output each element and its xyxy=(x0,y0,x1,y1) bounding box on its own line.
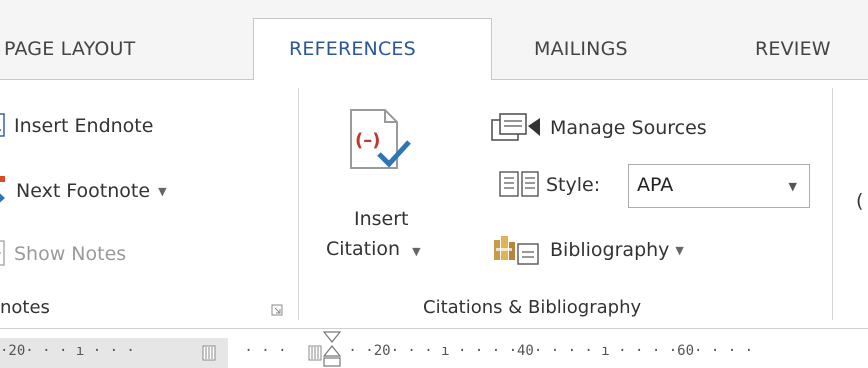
svg-text:(–): (–) xyxy=(355,130,380,151)
insert-endnote-label: Insert Endnote xyxy=(14,115,154,137)
group-separator xyxy=(298,88,299,320)
chevron-down-icon[interactable]: ▼ xyxy=(789,180,797,193)
manage-sources-label: Manage Sources xyxy=(550,117,707,139)
style-label: Style: xyxy=(546,174,601,196)
dialog-launcher-icon[interactable] xyxy=(271,304,283,316)
tab-mailings[interactable]: MAILINGS xyxy=(534,38,628,60)
show-notes-icon xyxy=(0,240,5,266)
insert-citation-label-line1: Insert xyxy=(354,208,409,230)
citations-group-label: Citations & Bibliography xyxy=(423,297,642,318)
bibliography-icon xyxy=(494,236,539,265)
ruler-scale-right: · ·20· · · ı · · · ·40· · · · ı · · · ·6… xyxy=(340,343,754,359)
group-separator-right xyxy=(832,88,833,320)
ruler-scale-mid: · · · xyxy=(236,343,296,359)
insert-citation-button[interactable]: (–) Insert Citation ▼ xyxy=(320,96,460,276)
bibliography-button[interactable]: Bibliography ▼ xyxy=(492,234,684,266)
bibliography-dropdown-icon[interactable]: ▼ xyxy=(675,244,683,257)
manage-sources-icon xyxy=(491,113,540,141)
bibliography-label: Bibliography xyxy=(550,239,670,261)
indent-marker-icon[interactable] xyxy=(322,330,342,368)
next-footnote-icon xyxy=(0,176,5,203)
partial-next-group-glyph: ( xyxy=(856,190,864,212)
insert-endnote-button[interactable]: Insert Endnote xyxy=(0,112,153,140)
style-icon xyxy=(499,171,539,197)
style-dropdown[interactable]: APA ▼ xyxy=(628,164,810,208)
tab-references[interactable]: REFERENCES xyxy=(253,18,492,81)
show-notes-label: Show Notes xyxy=(14,243,127,265)
ruler-column-marker-icon-2[interactable] xyxy=(308,345,322,361)
insert-citation-label-line2: Citation ▼ xyxy=(326,238,421,260)
next-footnote-label: Next Footnote xyxy=(16,180,151,202)
next-footnote-button[interactable]: Next Footnote ▼ xyxy=(0,176,167,206)
tab-page-layout[interactable]: PAGE LAYOUT xyxy=(4,38,135,60)
ruler-scale-left: ·20· · · ı · · · xyxy=(0,343,144,359)
insert-endnote-icon xyxy=(0,113,5,137)
insert-citation-icon: (–) xyxy=(350,109,411,169)
style-value: APA xyxy=(637,174,674,196)
tab-references-label: REFERENCES xyxy=(289,38,416,60)
ruler-column-marker-icon[interactable] xyxy=(202,345,216,361)
style-control: Style: xyxy=(498,170,600,200)
next-footnote-dropdown-icon[interactable]: ▼ xyxy=(158,185,166,198)
show-notes-button[interactable]: Show Notes xyxy=(0,239,126,269)
manage-sources-button[interactable]: Manage Sources xyxy=(490,112,707,144)
tab-review[interactable]: REVIEW xyxy=(755,38,831,60)
insert-citation-dropdown-icon[interactable]: ▼ xyxy=(412,245,420,258)
insert-citation-label-text: Citation xyxy=(326,238,401,260)
footnotes-group-label: notes xyxy=(0,297,50,318)
